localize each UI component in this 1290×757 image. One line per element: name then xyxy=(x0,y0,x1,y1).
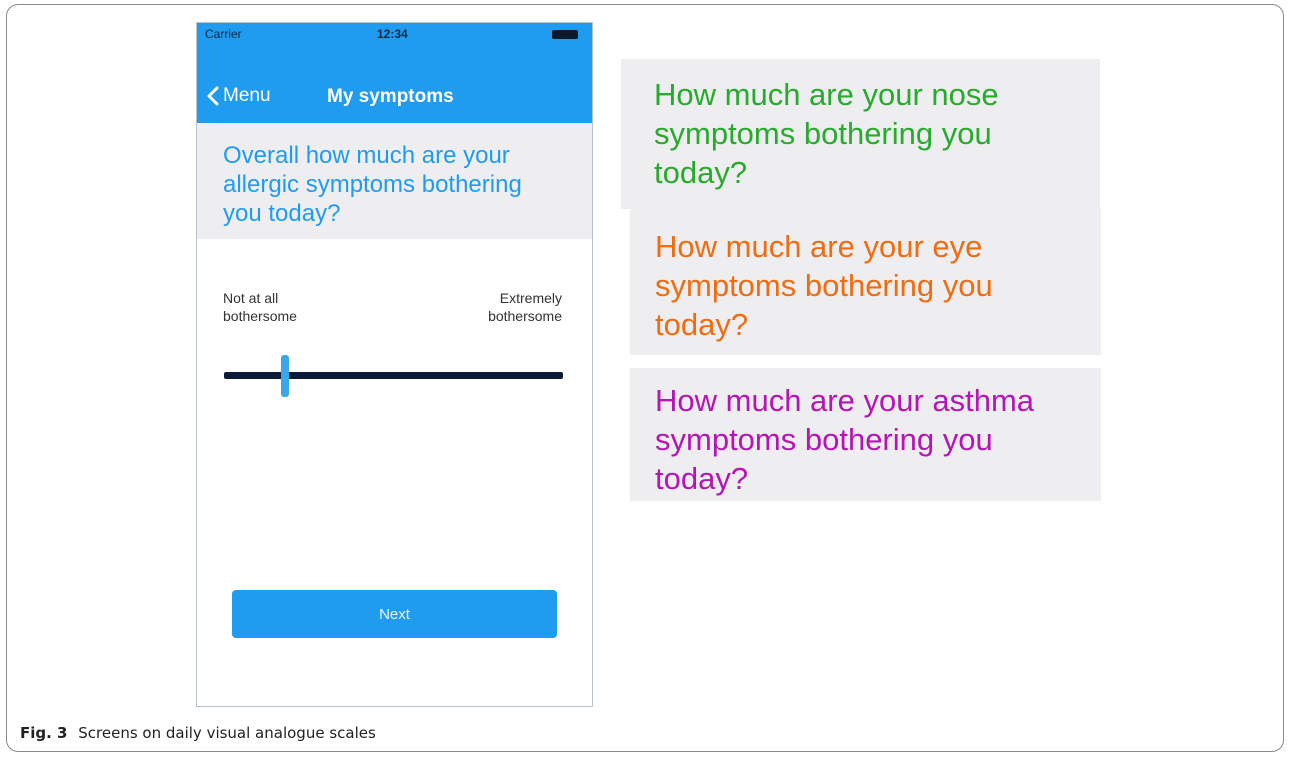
nose-question-line2: symptoms bothering you xyxy=(654,116,992,151)
back-button-label: Menu xyxy=(223,85,271,106)
eye-question-text: How much are your eye symptoms bothering… xyxy=(655,227,993,344)
asthma-question-line3: today? xyxy=(655,461,749,496)
slider-thumb[interactable] xyxy=(281,355,290,397)
scale-min-label-line2: bothersome xyxy=(223,308,297,324)
nose-question-line3: today? xyxy=(654,155,748,190)
scale-max-label-line2: bothersome xyxy=(488,308,562,324)
asthma-question-text: How much are your asthma symptoms bother… xyxy=(655,381,1034,498)
asthma-question-line2: symptoms bothering you xyxy=(655,422,993,457)
scale-min-label: Not at all bothersome xyxy=(223,289,297,325)
asthma-question-box: How much are your asthma symptoms bother… xyxy=(630,368,1101,501)
page-title: My symptoms xyxy=(327,86,454,107)
scale-min-label-line1: Not at all xyxy=(223,290,279,306)
eye-question-line3: today? xyxy=(655,307,749,342)
figure-label: Fig. 3 xyxy=(20,724,68,742)
phone-screen: Carrier 12:34 Menu My symptoms Overall h… xyxy=(196,22,593,707)
question-card: Overall how much are your allergic sympt… xyxy=(197,123,592,239)
visual-analogue-slider-track[interactable] xyxy=(224,372,563,379)
figure-caption: Fig. 3 Screens on daily visual analogue … xyxy=(20,724,376,742)
status-time: 12:34 xyxy=(377,27,408,41)
figure-caption-text: Screens on daily visual analogue scales xyxy=(78,724,376,742)
navigation-bar: Menu My symptoms xyxy=(197,45,592,123)
eye-question-box: How much are your eye symptoms bothering… xyxy=(630,209,1101,355)
eye-question-line2: symptoms bothering you xyxy=(655,268,993,303)
eye-question-line1: How much are your eye xyxy=(655,229,983,264)
question-text: Overall how much are your allergic sympt… xyxy=(223,142,522,227)
status-bar: Carrier 12:34 xyxy=(197,23,592,45)
next-button[interactable]: Next xyxy=(232,590,557,638)
scale-max-label: Extremely bothersome xyxy=(488,289,562,325)
nose-question-text: How much are your nose symptoms botherin… xyxy=(654,75,999,192)
back-button[interactable]: Menu xyxy=(207,85,271,107)
carrier-label: Carrier xyxy=(205,27,242,41)
asthma-question-line1: How much are your asthma xyxy=(655,383,1035,418)
battery-icon xyxy=(552,30,578,39)
scale-max-label-line1: Extremely xyxy=(499,290,562,306)
nose-question-box: How much are your nose symptoms botherin… xyxy=(621,59,1100,209)
chevron-left-icon xyxy=(207,86,219,106)
nose-question-line1: How much are your nose xyxy=(654,77,999,112)
